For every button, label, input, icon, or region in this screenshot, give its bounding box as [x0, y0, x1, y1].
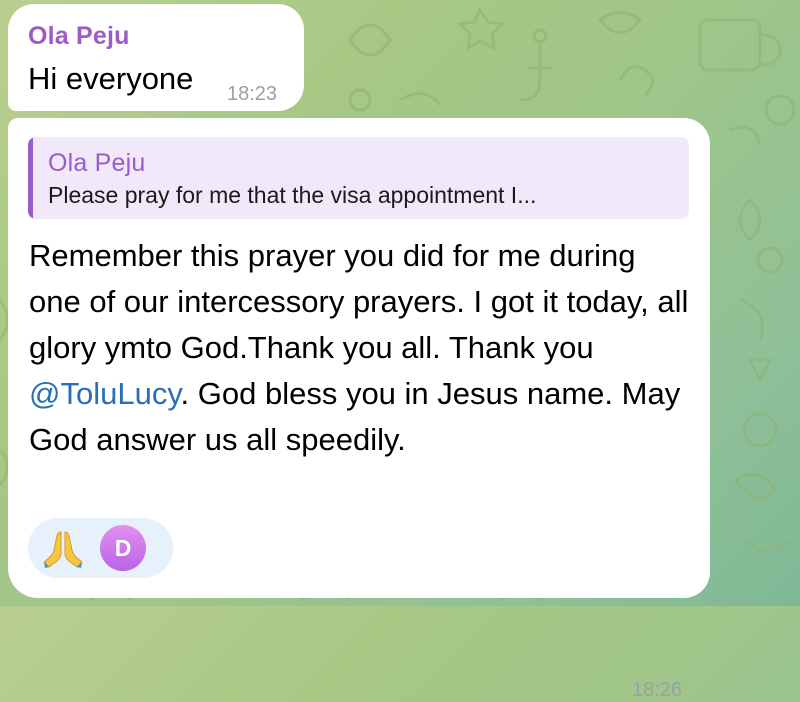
message-timestamp: 18:26	[632, 679, 683, 701]
reply-sender-name: Ola Peju	[48, 149, 146, 177]
message-text: Remember this prayer you did for me duri…	[29, 233, 689, 463]
avatar[interactable]: D	[100, 525, 146, 571]
message-timestamp: 18:23	[227, 83, 278, 105]
message-text-part: Remember this prayer you did for me duri…	[29, 238, 689, 365]
sender-name[interactable]: Ola Peju	[28, 22, 130, 51]
praying-hands-icon	[42, 528, 84, 568]
reply-text: Please pray for me that the visa appoint…	[48, 182, 537, 208]
message-bubble[interactable]: Ola Peju Please pray for me that the vis…	[8, 118, 710, 701]
user-mention-link[interactable]: @ToluLucy	[29, 376, 181, 411]
reply-quote[interactable]: Ola Peju Please pray for me that the vis…	[28, 137, 689, 219]
reply-accent-bar	[28, 137, 33, 219]
message-text: Hi everyone	[28, 61, 194, 96]
reaction-chip[interactable]: D	[28, 518, 173, 578]
message-bubble[interactable]: Ola Peju Hi everyone 18:23	[8, 4, 304, 111]
